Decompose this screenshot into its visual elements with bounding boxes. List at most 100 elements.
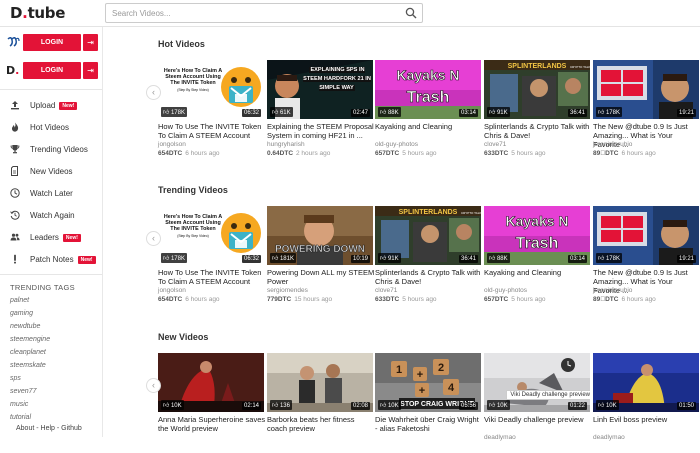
video-card[interactable]: Kayaks N Trash 👍︎ 88K 03:14 Kayaking and… [484,206,590,306]
video-title[interactable]: Kayaking and Cleaning [375,122,483,131]
likes-count: 10K [605,403,617,409]
video-author[interactable]: clove71 [484,141,506,148]
video-card[interactable]: Kayaks N Trash 👍︎ 88K 03:14 Kayaking and… [375,60,481,160]
likes-count: 178K [605,110,620,116]
top-bar: D.tube [0,0,700,27]
video-card[interactable]: POWERING DOWN 👍︎ 181K 10:19 Powering Dow… [267,206,375,306]
video-title[interactable]: Explaining the STEEM Proposal System in … [267,122,375,140]
video-thumbnail[interactable]: 👍︎ 136 02:08 [267,353,373,412]
video-row-new: ‹ 👍︎ 10K 02:14 Anna Maria Superheroine s… [146,353,700,453]
tag-link[interactable]: cleanplanet [10,349,46,356]
video-author[interactable]: jeronimorubio [593,141,632,148]
carousel-prev-button[interactable]: ‹ [146,85,161,100]
video-card[interactable]: EXPLAINING SPS IN STEEM HARDFORK 21 IN S… [267,60,375,160]
video-title[interactable]: Barborka beats her fitness coach preview [267,415,375,433]
video-card[interactable]: 👍︎ 136 02:08 Barborka beats her fitness … [267,353,373,453]
dtube-signin-icon[interactable]: ⇥ [83,62,98,79]
sidebar-item-watch-later[interactable]: Watch Later [10,187,100,201]
sidebar-item-new-videos[interactable]: New Videos [10,165,100,179]
search-icon[interactable] [405,7,417,19]
video-thumbnail[interactable]: Kayaks N Trash 👍︎ 88K 03:14 [375,60,481,119]
video-title[interactable]: Splinterlands & Crypto Talk with Chris &… [375,268,483,286]
video-thumbnail[interactable]: EXPLAINING SPS IN STEEM HARDFORK 21 IN S… [267,60,373,119]
tag-link[interactable]: gaming [10,310,33,317]
tag-link[interactable]: steemskate [10,362,46,369]
carousel-prev-button[interactable]: ‹ [146,231,161,246]
tag-link[interactable]: palnet [10,297,29,304]
video-author[interactable]: deadlymao [593,434,625,441]
section-title-trending: Trending Videos [158,185,228,195]
video-card[interactable]: 1 + 2 + 4 STOP CRAIG WRIGHT 👍︎ 10K 05:56… [375,353,481,453]
video-author[interactable]: jongolson [158,141,186,148]
video-thumbnail[interactable]: 👍︎ 10K 01:22 Viki Deadly challenge previe… [484,353,590,412]
video-card[interactable]: 👍︎ 178K 19:21 The New @dtube 0.9 Is Just… [593,60,699,160]
video-title[interactable]: Powering Down ALL my STEEM Power [267,268,375,286]
sidebar-item-label: Patch Notes [30,255,74,264]
video-card[interactable]: 👍︎ 10K 01:22 Viki Deadly challenge previe… [484,353,590,453]
duration-badge: 19:21 [676,255,696,263]
video-title[interactable]: How To Use The INVITE Token To Claim A S… [158,122,266,140]
video-author[interactable]: jongolson [158,287,186,294]
tag-link[interactable]: music [10,401,28,408]
video-thumbnail[interactable]: 👍︎ 10K 01:50 [593,353,699,412]
tag-link[interactable]: sps [10,375,21,382]
dtube-login-button[interactable]: LOGIN [23,62,81,79]
likes-badge: 👍︎ 178K [161,253,187,263]
video-title[interactable]: Viki Deadly challenge preview [484,415,592,424]
video-card[interactable]: 👍︎ 178K 19:21 The New @dtube 0.9 Is Just… [593,206,699,306]
video-thumbnail[interactable]: SPLINTERLANDS CRYPTO TALK WITH CHRIS & D… [375,206,481,265]
video-thumbnail[interactable]: 👍︎ 10K 02:14 [158,353,264,412]
sidebar-item-upload[interactable]: Upload New! [10,99,100,113]
video-thumbnail[interactable]: POWERING DOWN 👍︎ 181K 10:19 [267,206,373,265]
sidebar-item-watch-again[interactable]: Watch Again [10,209,100,223]
search-box [105,3,423,23]
video-author[interactable]: hungryharish [267,141,305,148]
search-input[interactable] [112,6,402,21]
video-card[interactable]: 👍︎ 10K 02:14 Anna Maria Superheroine sav… [158,353,266,453]
footer-links[interactable]: About - Help - Github [16,425,82,432]
video-title[interactable]: Kayaking and Cleaning [484,268,592,277]
tag-link[interactable]: tutorial [10,414,31,421]
tag-link[interactable]: seven77 [10,388,36,395]
video-title[interactable]: How To Use The INVITE Token To Claim A S… [158,268,266,286]
video-thumbnail[interactable]: Here's How To Claim A Steem Account Usin… [158,206,264,265]
video-thumbnail[interactable]: SPLINTERLANDS CRYPTO TALK WITH CHRIS & D… [484,60,590,119]
video-card[interactable]: 👍︎ 10K 01:50 Linh Evil boss preview deadl… [593,353,699,453]
tag-link[interactable]: newdtube [10,323,40,330]
video-thumbnail[interactable]: 👍︎ 178K 19:21 [593,206,699,265]
svg-text:Trash: Trash [407,89,450,106]
sidebar-item-trending-videos[interactable]: Trending Videos [10,143,100,157]
steem-login-button[interactable]: LOGIN [23,34,81,51]
steem-signin-icon[interactable]: ⇥ [83,34,98,51]
video-author[interactable]: clove71 [375,287,397,294]
video-author[interactable]: jeronimorubio [593,287,632,294]
sidebar-item-hot-videos[interactable]: Hot Videos [10,121,100,135]
video-author[interactable]: old-guy-photos [484,287,527,294]
video-author[interactable]: old-guy-photos [375,141,418,148]
likes-badge: 👍︎ 181K [270,253,296,263]
sidebar-item-label: Hot Videos [30,123,69,132]
video-author[interactable]: deadlymao [484,434,516,441]
carousel-prev-button[interactable]: ‹ [146,378,161,393]
video-title[interactable]: Splinterlands & Crypto Talk with Chris &… [484,122,592,140]
svg-text:+: + [417,369,423,381]
video-card[interactable]: SPLINTERLANDS CRYPTO TALK WITH CHRIS & D… [484,60,590,160]
likes-count: 178K [170,256,185,262]
sidebar-item-patch-notes[interactable]: Patch Notes New! [10,253,100,267]
video-thumbnail[interactable]: Here's How To Claim A Steem Account Usin… [158,60,264,119]
video-thumbnail[interactable]: Kayaks N Trash 👍︎ 88K 03:14 [484,206,590,265]
video-tooltip: Viki Deadly challenge preview [506,390,590,400]
video-card[interactable]: SPLINTERLANDS CRYPTO TALK WITH CHRIS & D… [375,206,481,306]
tag-link[interactable]: steemengine [10,336,50,343]
video-thumbnail[interactable]: 1 + 2 + 4 STOP CRAIG WRIGHT 👍︎ 10K 05:56 [375,353,481,412]
video-card[interactable]: Here's How To Claim A Steem Account Usin… [158,206,264,306]
video-author[interactable]: sergiomendes [267,287,308,294]
video-meta: 633DTC 5 hours ago [484,150,546,157]
video-card[interactable]: Here's How To Claim A Steem Account Usin… [158,60,264,160]
video-thumbnail[interactable]: 👍︎ 178K 19:21 [593,60,699,119]
video-title[interactable]: Anna Maria Superheroine saves the World … [158,415,266,433]
dtube-logo[interactable]: D.tube [10,4,65,22]
video-title[interactable]: Die Wahrheit über Craig Wright - alias F… [375,415,483,433]
video-title[interactable]: Linh Evil boss preview [593,415,700,424]
sidebar-item-leaders[interactable]: Leaders New! [10,231,100,245]
